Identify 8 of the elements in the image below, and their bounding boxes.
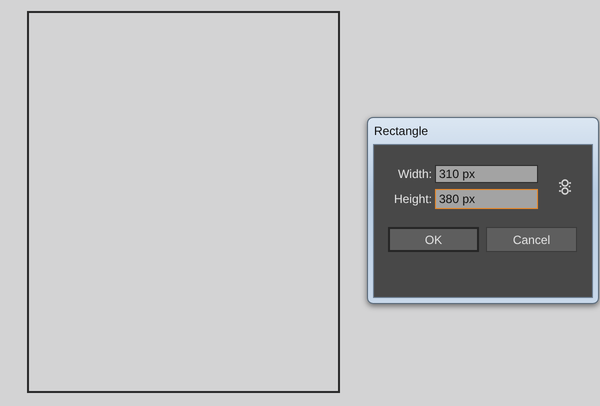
- input-field[interactable]: 310 px: [435, 165, 538, 183]
- window-title: Rectangle: [373, 124, 428, 138]
- dialog-button[interactable]: Cancel: [486, 227, 577, 252]
- link-icon[interactable]: [558, 178, 572, 196]
- dialog-button[interactable]: OK: [388, 227, 479, 252]
- field-label: Width:: [398, 167, 432, 181]
- input-field[interactable]: 380 px: [435, 189, 538, 209]
- field-label: Height:: [394, 192, 432, 206]
